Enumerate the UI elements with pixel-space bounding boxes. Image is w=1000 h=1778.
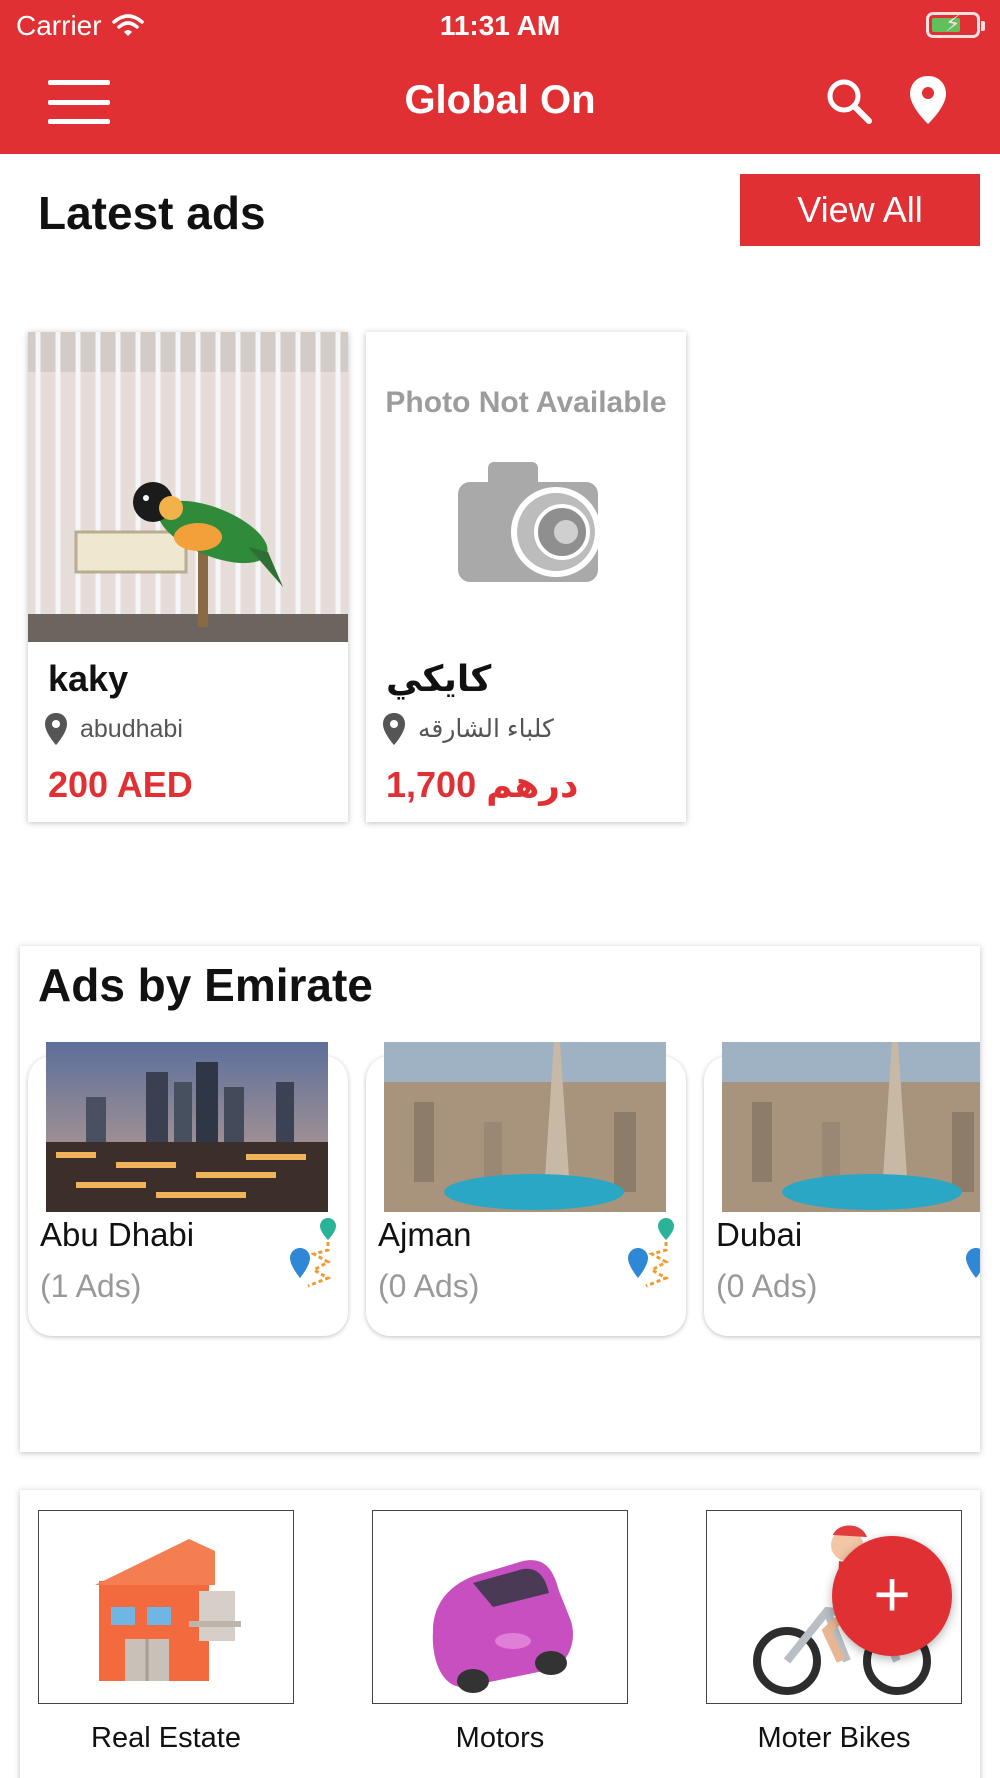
location-pin-icon xyxy=(383,713,405,745)
map-pin-icon[interactable] xyxy=(908,74,948,126)
status-time: 11:31 AM xyxy=(439,10,561,41)
dubai-skyline-image xyxy=(722,1042,980,1212)
ad-title: kaky xyxy=(48,658,129,699)
category-label: Motors xyxy=(455,1722,545,1754)
category-label: Moter Bikes xyxy=(757,1722,911,1754)
ad-location: كلباء الشارقه xyxy=(382,712,554,746)
photo-not-available-image: Photo Not Available xyxy=(366,332,686,642)
ad-location-text: كلباء الشارقه xyxy=(418,715,554,743)
ad-location: abudhabi xyxy=(44,712,183,746)
location-pin-icon xyxy=(45,713,67,745)
ajman-skyline-image xyxy=(384,1042,666,1212)
emirate-name: Abu Dhabi xyxy=(40,1216,195,1253)
ads-by-emirate-panel: Ads by Emirate Abu Dhabi (1 Ads) Ajman (… xyxy=(20,946,980,1452)
category-label: Real Estate xyxy=(91,1722,241,1754)
ad-price: 1,700 درهم xyxy=(386,764,579,805)
category-motors[interactable]: Motors xyxy=(372,1510,628,1755)
placeholder-text: Photo Not Available xyxy=(385,386,666,419)
emirate-name: Ajman xyxy=(378,1216,472,1253)
route-map-icon xyxy=(290,1218,336,1288)
emirate-ad-count: (1 Ads) xyxy=(40,1268,142,1304)
route-map-icon xyxy=(628,1218,674,1288)
abu-dhabi-skyline-image xyxy=(46,1042,328,1212)
emirate-ad-count: (0 Ads) xyxy=(716,1268,818,1304)
ad-card[interactable]: Photo Not Available كايكي كلباء الشارقه … xyxy=(366,332,686,822)
ad-location-text: abudhabi xyxy=(80,714,183,743)
parrot-photo xyxy=(28,332,348,642)
ad-card[interactable]: kaky abudhabi 200 AED xyxy=(28,332,348,822)
car-icon xyxy=(432,1560,573,1693)
add-ad-button[interactable]: + xyxy=(832,1536,952,1656)
emirate-ad-count: (0 Ads) xyxy=(378,1268,480,1304)
nav-bar: Global On xyxy=(0,50,1000,154)
search-icon[interactable] xyxy=(824,76,874,126)
ad-title: كايكي xyxy=(386,658,492,699)
latest-ads-heading: Latest ads xyxy=(38,187,266,239)
ad-price: 200 AED xyxy=(48,764,193,805)
view-all-button[interactable]: View All xyxy=(740,174,980,246)
route-map-icon xyxy=(966,1248,980,1278)
emirate-card-ajman[interactable]: Ajman (0 Ads) xyxy=(366,1042,686,1336)
battery-icon: ⚡ xyxy=(926,11,985,38)
emirate-name: Dubai xyxy=(716,1216,803,1253)
category-real-estate[interactable]: Real Estate xyxy=(38,1510,294,1755)
app-header: Carrier 11:31 AM ⚡ Global On xyxy=(0,0,1000,154)
emirate-heading: Ads by Emirate xyxy=(38,959,373,1011)
status-bar: Carrier 11:31 AM ⚡ xyxy=(0,0,1000,50)
emirate-card-dubai[interactable]: Dubai (0 Ads) xyxy=(704,1042,980,1336)
emirate-card-abu-dhabi[interactable]: Abu Dhabi (1 Ads) xyxy=(28,1042,348,1336)
categories-panel: Real Estate Motors Moter Bikes xyxy=(20,1490,980,1778)
building-icon xyxy=(95,1539,241,1681)
